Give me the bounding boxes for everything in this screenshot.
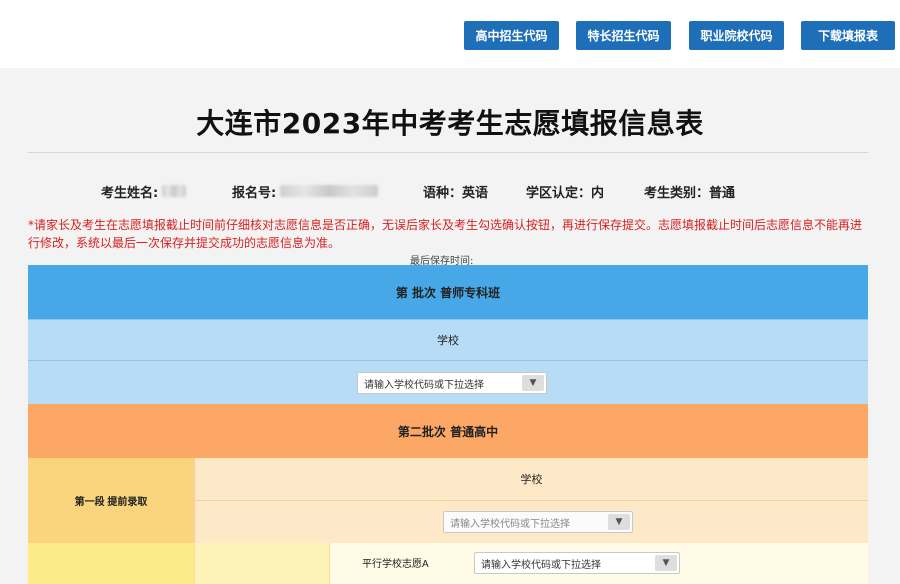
batch1-school-select[interactable]: 请输入学校代码或下拉选择 ▼: [357, 372, 547, 394]
title-divider: [28, 152, 868, 153]
batch1-header: 第 批次 普师专科班: [28, 265, 868, 319]
stage1-school-header: 学校: [194, 458, 868, 500]
download-form-button[interactable]: 下载填报表: [801, 21, 895, 50]
chevron-down-icon[interactable]: ▼: [655, 555, 677, 571]
batch1-school-header: 学校: [28, 319, 868, 360]
parallel-a-placeholder: 请输入学校代码或下拉选择: [481, 559, 601, 571]
stage1-select-placeholder: 请输入学校代码或下拉选择: [450, 518, 570, 530]
specialty-codes-button[interactable]: 特长招生代码: [576, 21, 671, 50]
high-school-codes-button[interactable]: 高中招生代码: [464, 21, 559, 50]
top-toolbar: 高中招生代码 特长招生代码 职业院校代码 下载填报表: [0, 0, 900, 68]
redacted-name: [162, 185, 187, 197]
language-info: 语种：英语: [423, 185, 489, 201]
district-info: 学区认定：内: [526, 185, 605, 201]
vocational-codes-button[interactable]: 职业院校代码: [689, 21, 784, 50]
redacted-registration-number: [280, 185, 379, 197]
parallel-a-select[interactable]: 请输入学校代码或下拉选择 ▼: [474, 552, 680, 574]
chevron-down-icon[interactable]: ▼: [522, 375, 544, 391]
student-name-label: 考生姓名:: [101, 185, 159, 201]
registration-number-label: 报名号:: [232, 185, 277, 201]
parallel-a-label: 平行学校志愿A: [362, 559, 429, 570]
stage1-school-select[interactable]: 请输入学校代码或下拉选择 ▼: [443, 511, 633, 533]
stage2-left-cell: [28, 543, 194, 584]
stage2-parallel-row: 平行学校志愿A 请输入学校代码或下拉选择 ▼: [329, 543, 868, 584]
stage1-select-row: 请输入学校代码或下拉选择 ▼: [194, 500, 868, 543]
stage1-label: 第一段 提前录取: [28, 458, 194, 543]
category-info: 考生类别：普通: [644, 185, 736, 201]
notice-text: *请家长及考生在志愿填报截止时间前仔细核对志愿信息是否正确，无误后家长及考生勾选…: [28, 218, 863, 250]
batch2-header: 第二批次 普通高中: [28, 404, 868, 458]
batch1-select-placeholder: 请输入学校代码或下拉选择: [364, 379, 484, 391]
stage2-mid-cell: [194, 543, 329, 584]
student-name: 考生姓名:: [101, 182, 187, 201]
chevron-down-icon[interactable]: ▼: [608, 514, 630, 530]
page-title: 大连市2023年中考考生志愿填报信息表: [196, 107, 704, 140]
registration-number: 报名号:: [232, 182, 379, 201]
batch1-select-row: 请输入学校代码或下拉选择 ▼: [28, 360, 868, 404]
